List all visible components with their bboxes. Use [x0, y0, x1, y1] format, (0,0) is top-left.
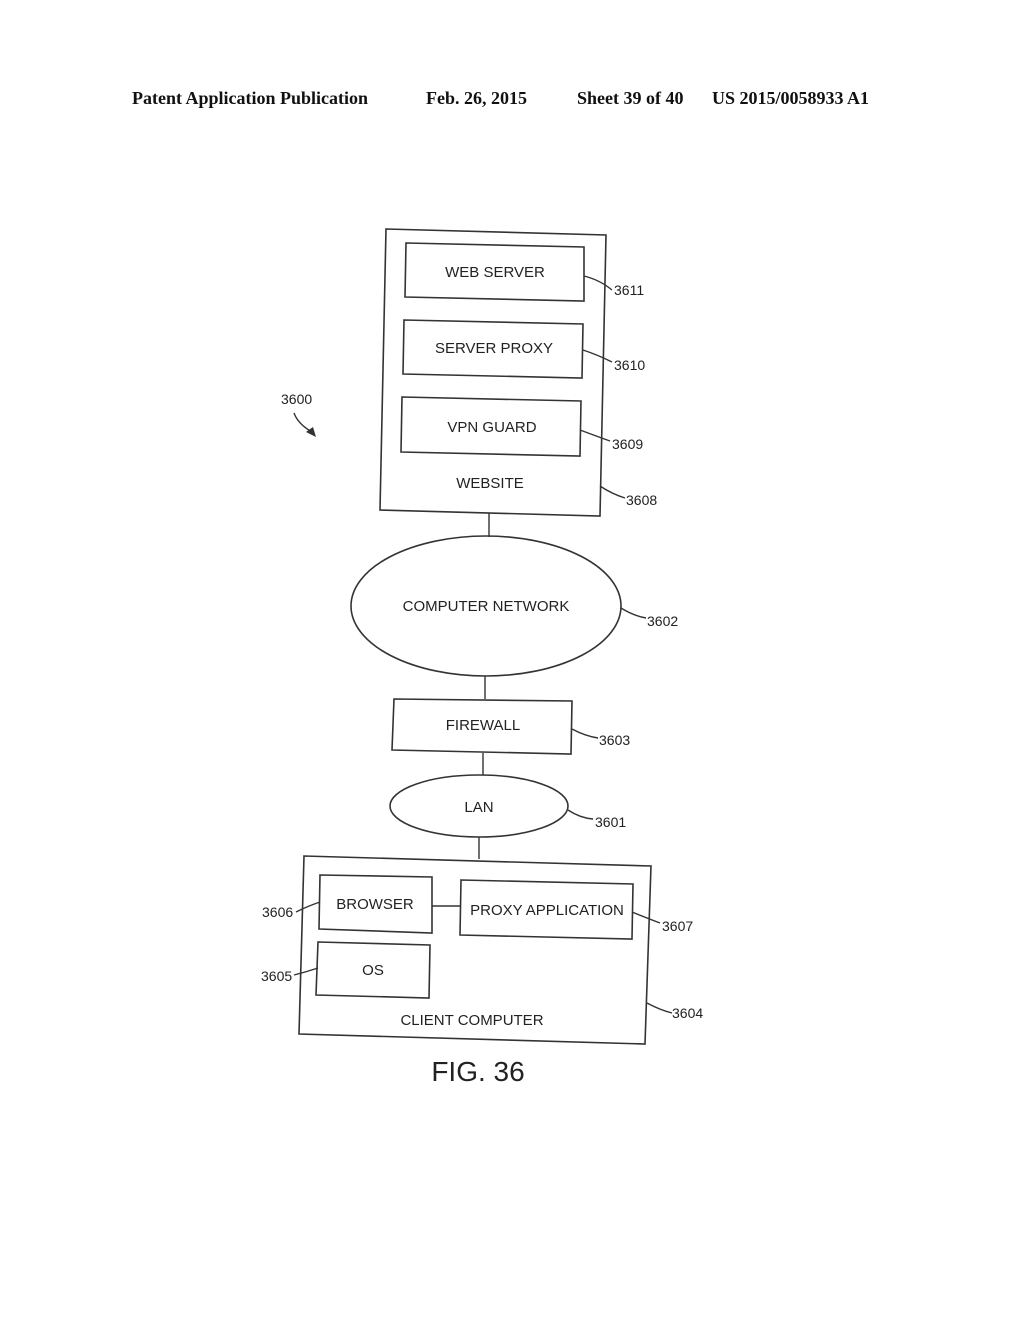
computer-network-ref: 3602 [647, 613, 678, 629]
browser-ref-leader [295, 901, 321, 913]
lan-ref-leader [567, 809, 594, 820]
computer-network-ref-leader [620, 607, 647, 619]
server-proxy-ref: 3610 [614, 357, 645, 373]
lan-ref: 3601 [595, 814, 626, 830]
os-ref: 3605 [261, 968, 292, 984]
web-server-label: WEB SERVER [445, 264, 545, 281]
computer-network-label: COMPUTER NETWORK [403, 598, 570, 615]
client-computer-ref-leader [646, 1002, 673, 1014]
proxy-application-label: PROXY APPLICATION [470, 902, 624, 919]
os-ref-leader [293, 967, 319, 976]
proxy-application-ref-leader [631, 911, 661, 924]
proxy-application-ref: 3607 [662, 918, 693, 934]
firewall-ref: 3603 [599, 732, 630, 748]
figure-caption: FIG. 36 [431, 1056, 524, 1087]
os-label: OS [362, 962, 384, 979]
firewall-ref-leader [571, 728, 599, 739]
network-diagram: 3600 WEBSITE 3608 WEB SERVER 3611 SERVER… [261, 228, 703, 1087]
lan-label: LAN [464, 799, 493, 816]
system-ref-label: 3600 [281, 391, 312, 407]
website-label: WEBSITE [456, 475, 524, 492]
website-ref: 3608 [626, 492, 657, 508]
firewall-label: FIREWALL [446, 717, 520, 734]
server-proxy-label: SERVER PROXY [435, 340, 553, 357]
website-ref-leader [599, 485, 626, 499]
vpn-guard-ref: 3609 [612, 436, 643, 452]
browser-ref: 3606 [262, 904, 293, 920]
client-computer-label: CLIENT COMPUTER [400, 1012, 543, 1029]
system-ref-arrow [293, 412, 313, 433]
web-server-ref-leader [583, 275, 613, 291]
vpn-guard-ref-leader [579, 429, 611, 442]
server-proxy-ref-leader [582, 349, 613, 363]
client-computer-ref: 3604 [672, 1005, 703, 1021]
browser-label: BROWSER [336, 896, 414, 913]
web-server-ref: 3611 [614, 282, 644, 298]
vpn-guard-label: VPN GUARD [447, 419, 536, 436]
